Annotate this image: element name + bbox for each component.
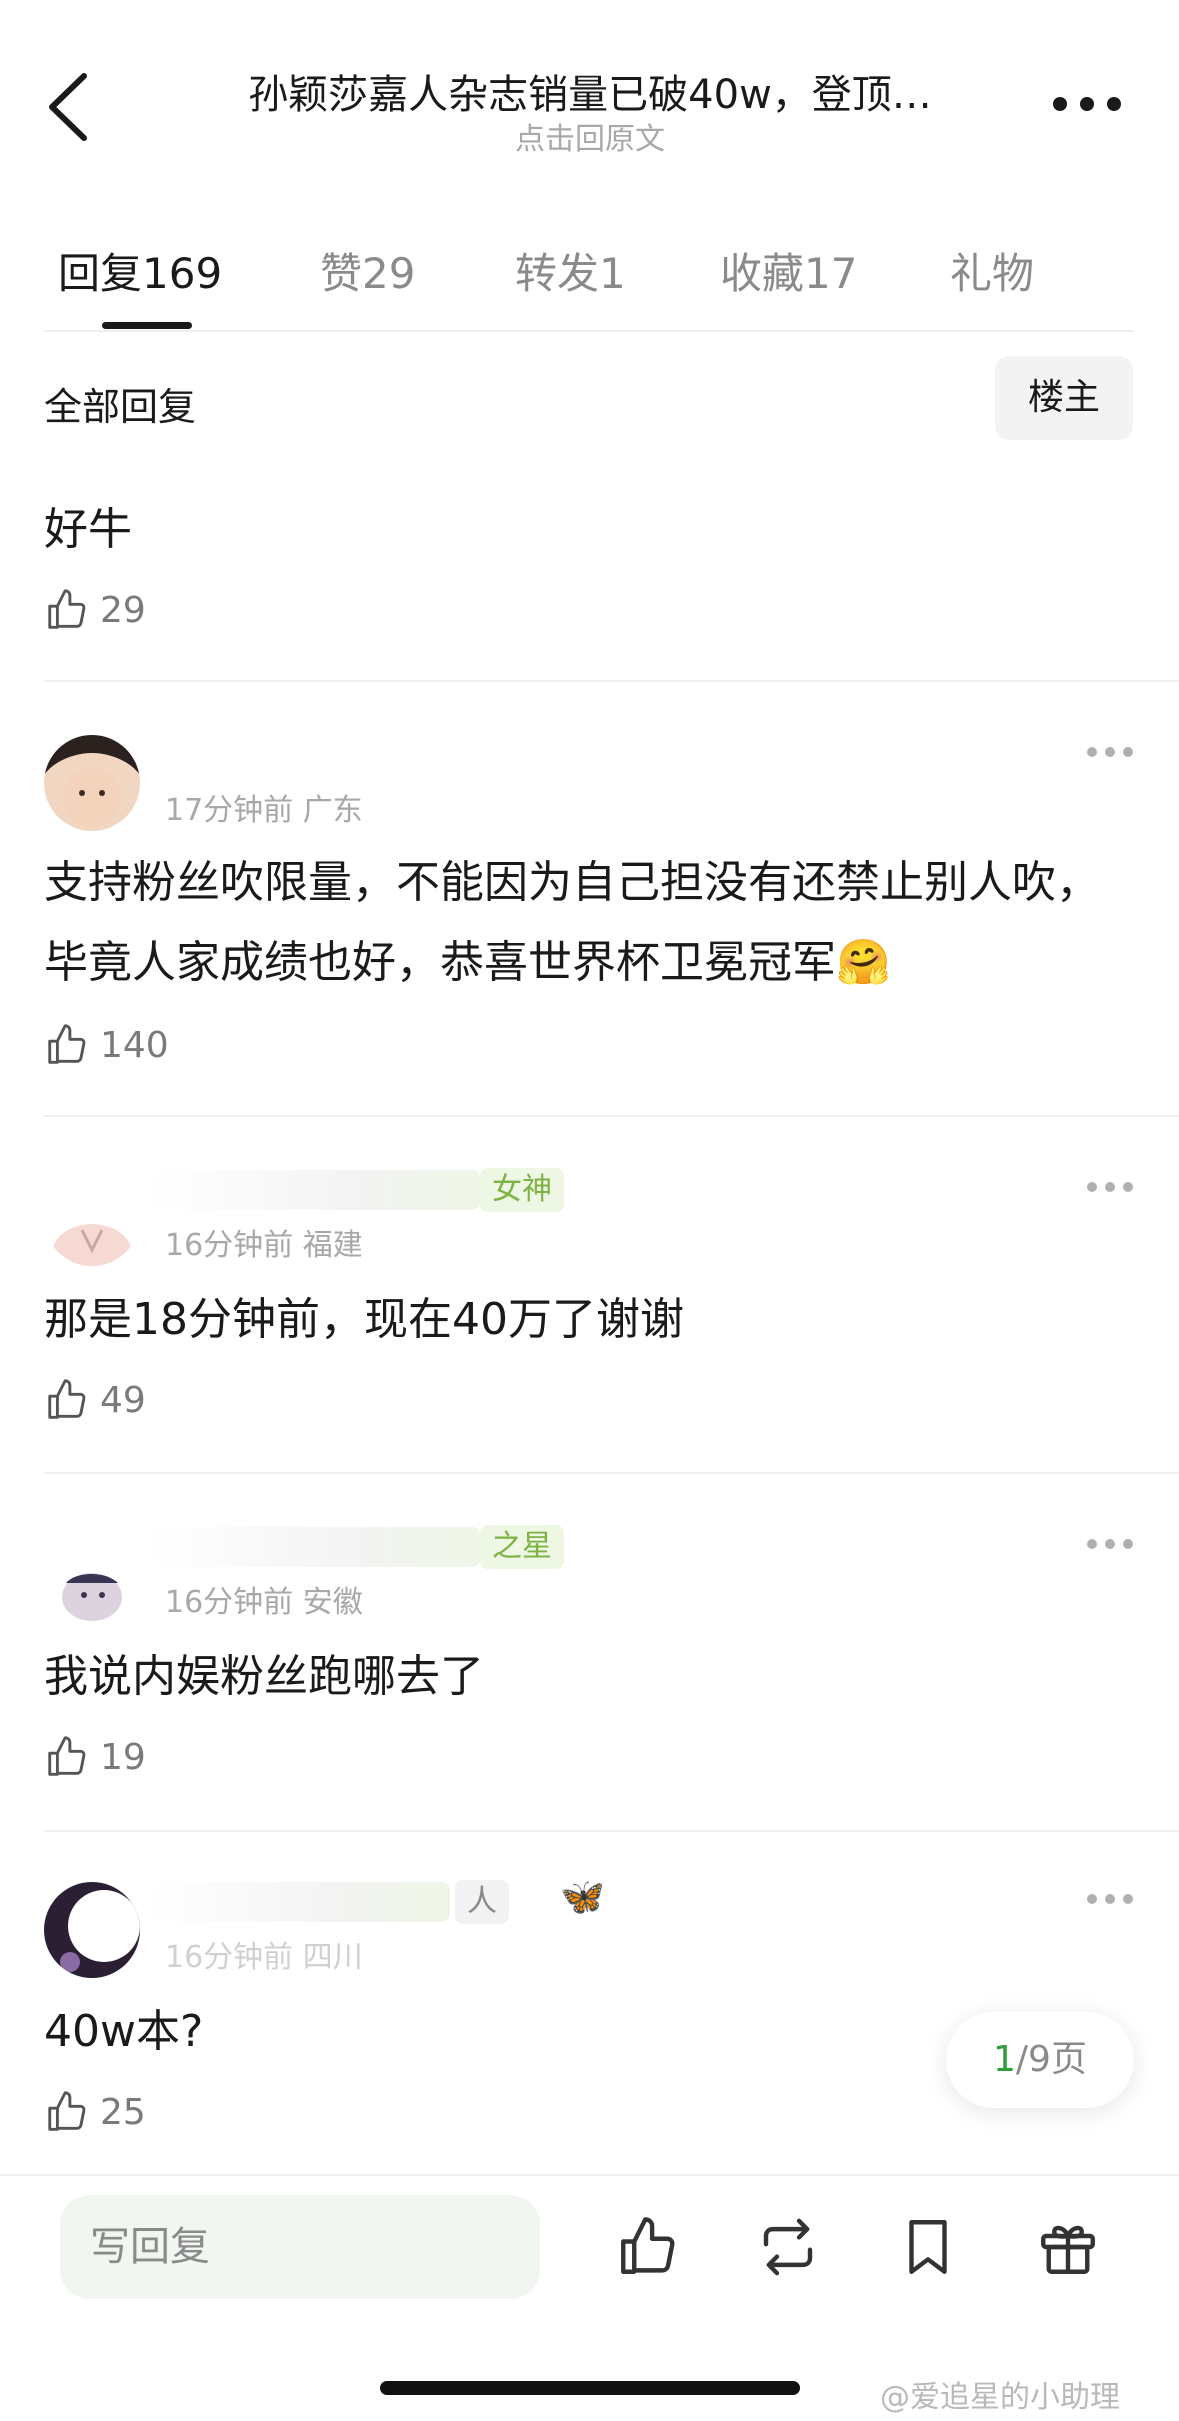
tab-reposts[interactable]: 转发1 xyxy=(515,240,626,301)
tab-label: 赞 xyxy=(320,249,363,298)
fan-badge: 女神 xyxy=(480,1168,564,1212)
like-count: 140 xyxy=(100,1024,169,1066)
bookmark-icon[interactable] xyxy=(895,2214,961,2280)
like-button[interactable]: 49 xyxy=(44,1375,146,1425)
divider xyxy=(44,1830,1179,1832)
comment-text: 支持粉丝吹限量，不能因为自己担没有还禁止别人吹，毕竟人家成绩也好，恭喜世界杯卫冕… xyxy=(44,857,1100,988)
back-to-original-link[interactable]: 点击回原文 xyxy=(200,114,980,158)
gift-icon[interactable] xyxy=(1035,2214,1101,2280)
owner-only-button[interactable]: 楼主 xyxy=(995,356,1133,440)
tab-count: 1 xyxy=(599,249,626,298)
total-pages: /9页 xyxy=(1015,2039,1087,2080)
nav-header: 孙颖莎嘉人杂志销量已破40w，登顶… 点击回原文 xyxy=(0,0,1179,190)
comment-text: 好牛 xyxy=(44,504,132,555)
avatar[interactable] xyxy=(44,1170,140,1266)
divider xyxy=(44,330,1134,332)
avatar[interactable] xyxy=(44,1882,140,1978)
tab-gifts[interactable]: 礼物 xyxy=(950,240,1034,301)
fan-badge: 之星 xyxy=(480,1525,564,1569)
tab-label: 收藏 xyxy=(720,249,805,298)
like-button[interactable]: 19 xyxy=(44,1732,146,1782)
active-tab-indicator xyxy=(102,322,192,329)
divider xyxy=(0,2174,1179,2176)
tab-label: 礼物 xyxy=(950,249,1035,298)
avatar[interactable] xyxy=(44,735,140,831)
tab-likes[interactable]: 赞29 xyxy=(320,240,415,301)
back-arrow-icon[interactable] xyxy=(44,72,92,142)
like-count: 29 xyxy=(100,589,146,631)
thumbs-up-icon xyxy=(48,2091,86,2131)
all-replies-label: 全部回复 xyxy=(44,385,197,429)
repost-icon[interactable] xyxy=(755,2214,821,2280)
current-page: 1 xyxy=(993,2039,1016,2080)
like-icon[interactable] xyxy=(615,2214,681,2280)
watermark: @爱追星的小助理 xyxy=(880,2380,1120,2415)
comment-text: 我说内娱粉丝跑哪去了 xyxy=(44,1651,484,1702)
tab-count: 169 xyxy=(142,249,223,298)
tab-label: 转发 xyxy=(515,249,600,298)
comment-meta: 17分钟前 广东 xyxy=(165,793,363,828)
fan-badge: 人 xyxy=(455,1880,509,1924)
tab-replies[interactable]: 回复169 xyxy=(58,240,222,301)
interaction-tabs: 回复169 赞29 转发1 收藏17 礼物 xyxy=(0,230,1179,330)
more-options-icon[interactable] xyxy=(1086,745,1134,759)
home-indicator[interactable] xyxy=(380,2381,800,2395)
like-count: 49 xyxy=(100,1379,146,1421)
more-options-icon[interactable] xyxy=(1086,1537,1134,1551)
like-button[interactable]: 140 xyxy=(44,1020,169,1070)
tab-count: 29 xyxy=(362,249,416,298)
tab-label: 回复 xyxy=(58,249,143,298)
username-blurred[interactable] xyxy=(150,1170,480,1210)
thumbs-up-icon xyxy=(48,1024,86,1064)
more-options-icon[interactable] xyxy=(1086,1892,1134,1906)
avatar[interactable] xyxy=(44,1527,140,1623)
thumbs-up-icon xyxy=(48,1379,86,1419)
like-count: 25 xyxy=(100,2091,146,2133)
tab-count: 17 xyxy=(804,249,858,298)
post-title[interactable]: 孙颖莎嘉人杂志销量已破40w，登顶… xyxy=(200,62,980,120)
username-blurred[interactable] xyxy=(150,1527,480,1567)
like-count: 19 xyxy=(100,1736,146,1778)
like-button[interactable]: 25 xyxy=(44,2087,146,2137)
divider xyxy=(44,680,1179,682)
like-button[interactable]: 29 xyxy=(44,585,146,635)
more-options-icon[interactable] xyxy=(1052,90,1122,118)
comment-meta: 16分钟前 福建 xyxy=(165,1228,363,1263)
comment-text: 40w本? xyxy=(44,2006,204,2057)
username-blurred[interactable] xyxy=(150,1882,450,1922)
tab-favorites[interactable]: 收藏17 xyxy=(720,240,857,301)
thumbs-up-icon xyxy=(48,1736,86,1776)
divider xyxy=(44,1472,1179,1474)
page-indicator[interactable]: 1/9页 xyxy=(946,2012,1134,2108)
comment-meta: 16分钟前 四川 xyxy=(165,1940,363,1975)
butterfly-icon: 🦋 xyxy=(560,1877,605,1918)
thumbs-up-icon xyxy=(48,589,86,629)
more-options-icon[interactable] xyxy=(1086,1180,1134,1194)
divider xyxy=(44,1115,1179,1117)
comment-meta: 16分钟前 安徽 xyxy=(165,1585,363,1620)
comment-text: 那是18分钟前，现在40万了谢谢 xyxy=(44,1294,684,1345)
reply-input[interactable] xyxy=(60,2195,540,2299)
